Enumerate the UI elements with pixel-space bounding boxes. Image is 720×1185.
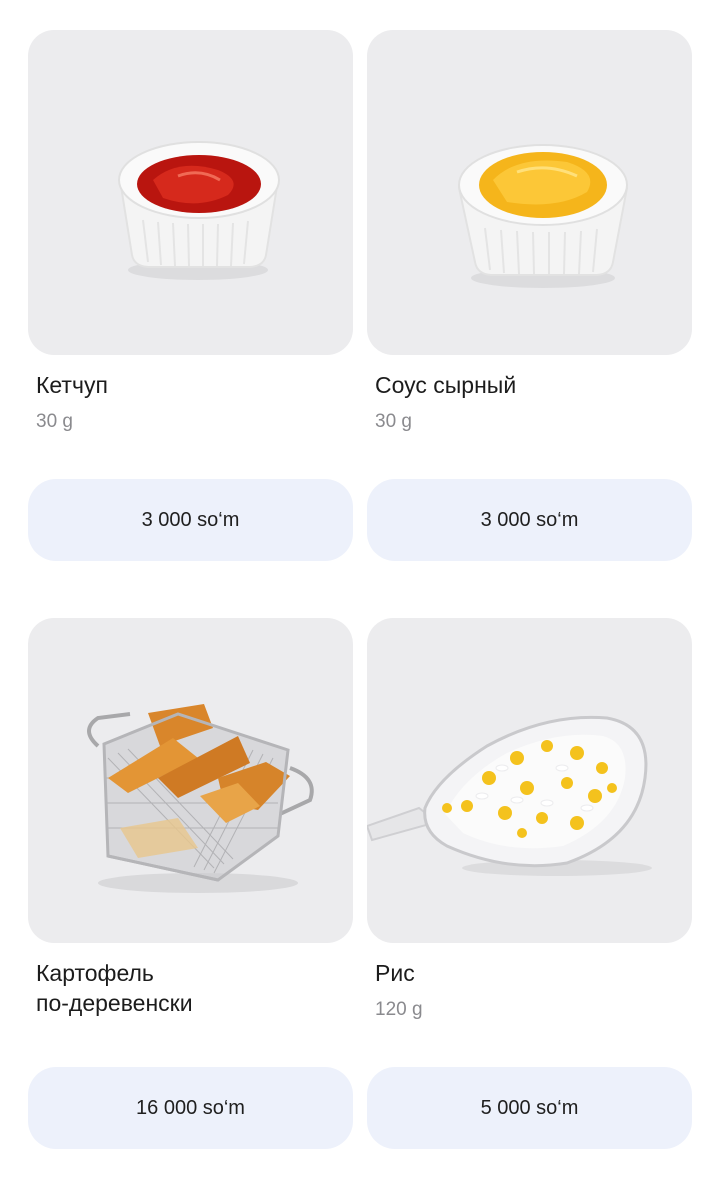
ketchup-bowl-icon: [118, 141, 280, 280]
product-card-ketchup[interactable]: Кетчуп 30 g 3 000 so‘m: [28, 30, 353, 561]
product-image-cheese-sauce[interactable]: [367, 30, 692, 355]
cheese-sauce-bowl-icon: [457, 144, 629, 288]
product-name: Соус сырный: [375, 372, 517, 398]
product-image-ketchup[interactable]: [28, 30, 353, 355]
add-rice-price-button[interactable]: 5 000 so‘m: [367, 1067, 692, 1149]
product-weight: 30 g: [36, 411, 73, 432]
add-ketchup-price-button[interactable]: 3 000 so‘m: [28, 479, 353, 561]
product-weight: 30 g: [375, 411, 412, 432]
product-name: Кетчуп: [36, 372, 108, 398]
product-card-potato-wedges[interactable]: Картофель по-деревенски 16 000 so‘m: [28, 618, 353, 1149]
add-potato-wedges-price-button[interactable]: 16 000 so‘m: [28, 1067, 353, 1149]
product-weight: 120 g: [375, 999, 423, 1020]
product-card-cheese-sauce[interactable]: Соус сырный 30 g 3 000 so‘m: [367, 30, 692, 561]
product-image-rice[interactable]: [367, 618, 692, 943]
product-card-rice[interactable]: Рис 120 g 5 000 so‘m: [367, 618, 692, 1149]
product-name: Картофель по-деревенски: [36, 960, 193, 1016]
rice-bowl-icon: [367, 715, 652, 876]
product-name: Рис: [375, 960, 415, 986]
product-grid: Кетчуп 30 g 3 000 so‘m Соус сырный 30 g …: [28, 30, 692, 1149]
product-image-potato-wedges[interactable]: [28, 618, 353, 943]
potato-wedges-basket-icon: [87, 704, 314, 893]
add-cheese-sauce-price-button[interactable]: 3 000 so‘m: [367, 479, 692, 561]
